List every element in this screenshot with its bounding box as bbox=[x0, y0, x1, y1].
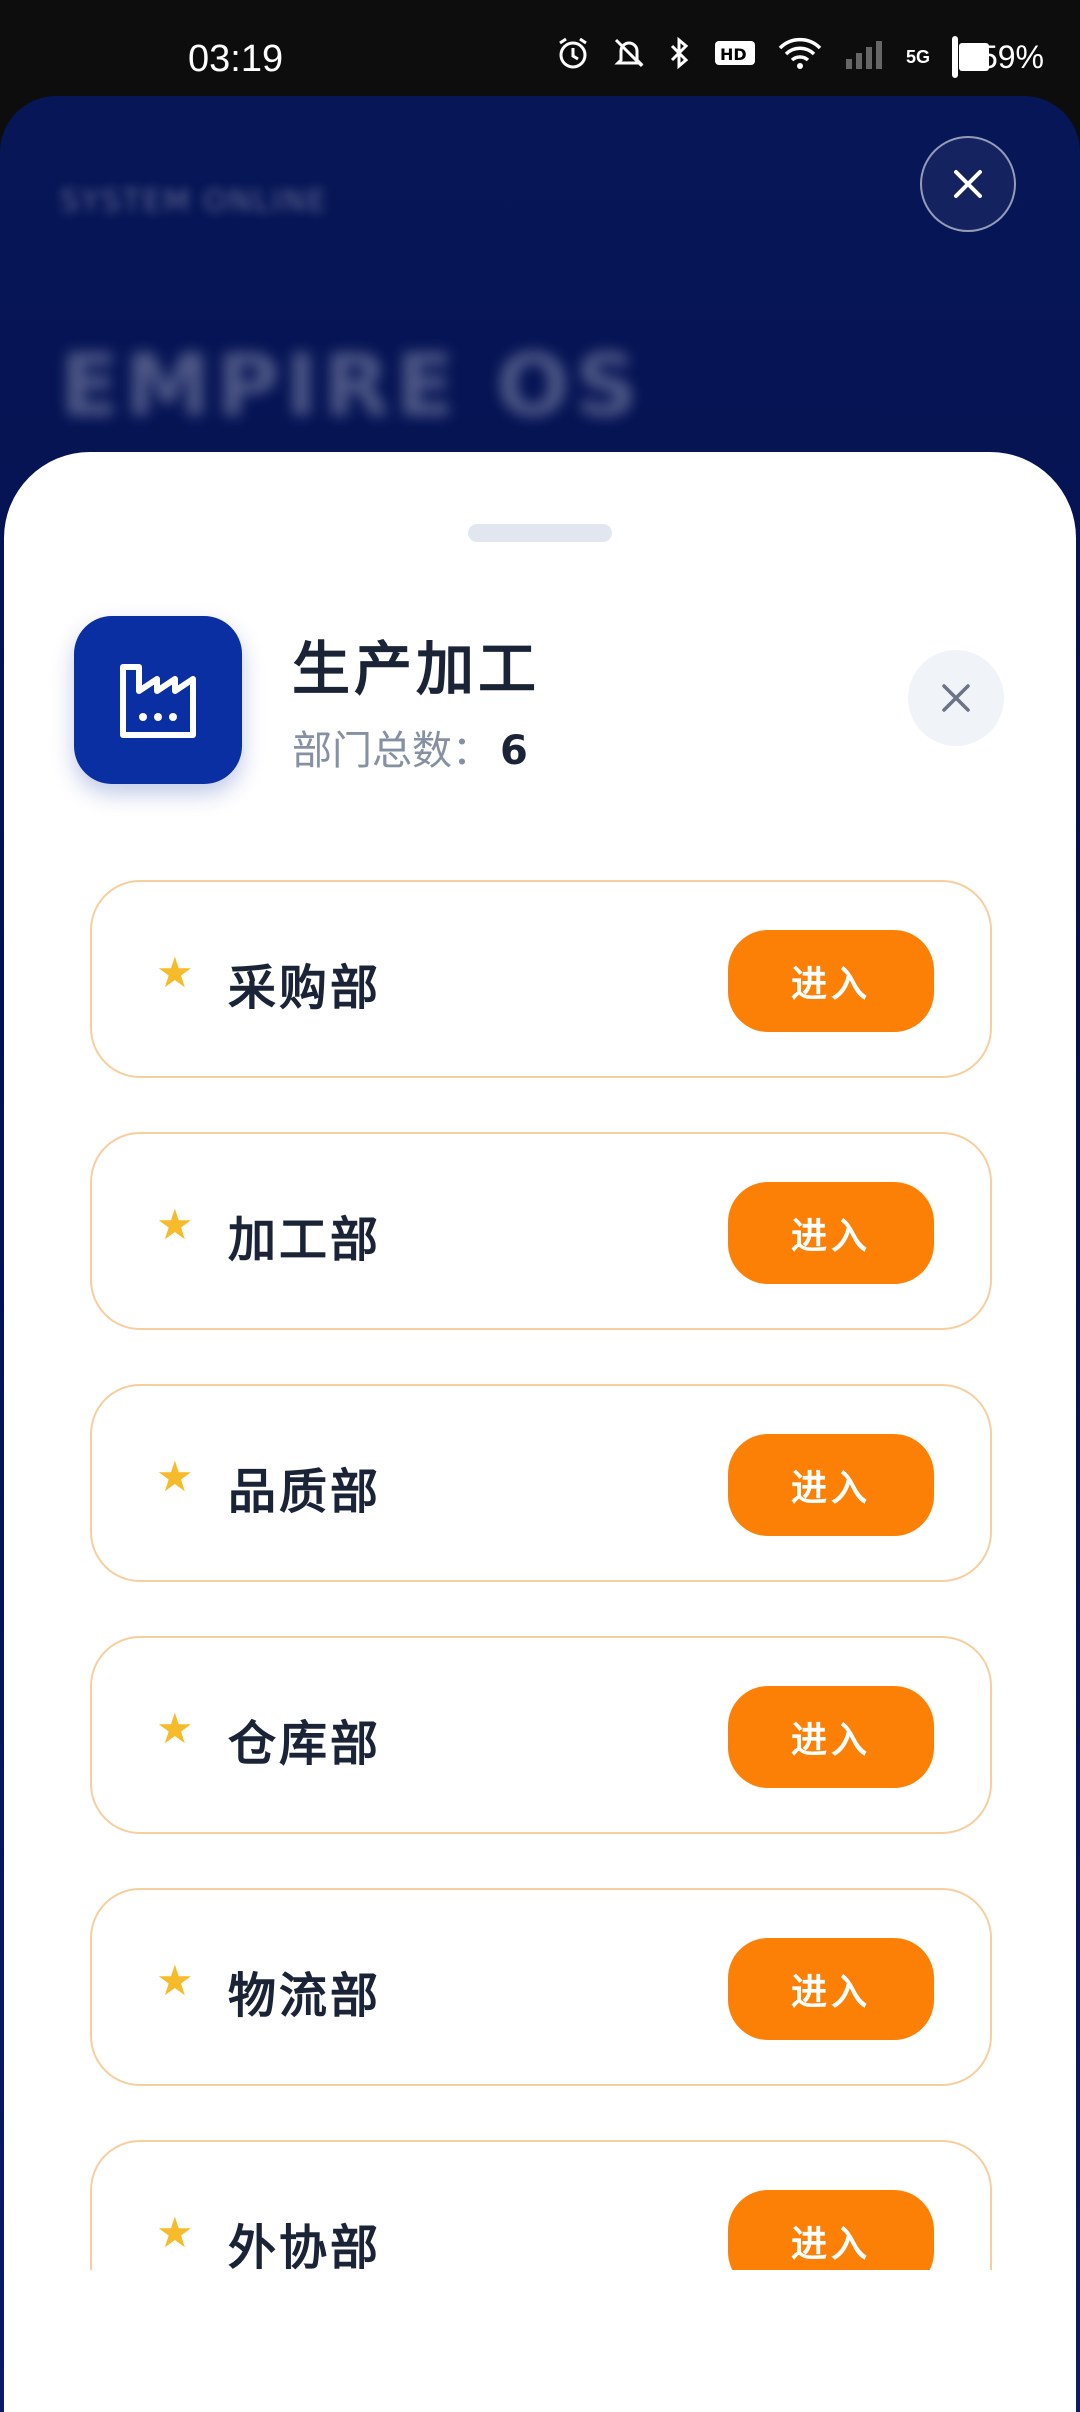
enter-button[interactable]: 进入 bbox=[728, 1182, 934, 1284]
department-list[interactable]: ★ 采购部 进入 ★ 加工部 进入 ★ 品质部 进入 ★ 仓库部 进入 ★ 物流… bbox=[90, 880, 996, 2270]
department-name: 加工部 bbox=[228, 1212, 382, 1268]
close-icon bbox=[954, 170, 982, 198]
status-time: 03:19 bbox=[188, 38, 284, 80]
bluetooth-icon bbox=[668, 36, 692, 78]
department-item[interactable]: ★ 物流部 进入 bbox=[90, 1888, 992, 2086]
background-title: EMPIRE OS bbox=[60, 336, 644, 436]
alarm-icon bbox=[556, 36, 590, 78]
star-icon: ★ bbox=[156, 1956, 194, 2005]
status-icons: HD 5G 59% bbox=[556, 35, 1044, 78]
star-icon: ★ bbox=[156, 2208, 194, 2257]
star-icon: ★ bbox=[156, 1452, 194, 1501]
sheet-close-button[interactable] bbox=[908, 650, 1004, 746]
background-subtitle: SYSTEM ONLINE bbox=[60, 184, 329, 219]
star-icon: ★ bbox=[156, 948, 194, 997]
department-name: 仓库部 bbox=[228, 1716, 382, 1772]
enter-button[interactable]: 进入 bbox=[728, 930, 934, 1032]
department-item[interactable]: ★ 采购部 进入 bbox=[90, 880, 992, 1078]
battery-icon bbox=[951, 35, 989, 78]
department-item[interactable]: ★ 品质部 进入 bbox=[90, 1384, 992, 1582]
department-item[interactable]: ★ 外协部 进入 bbox=[90, 2140, 992, 2270]
department-name: 物流部 bbox=[228, 1968, 382, 2024]
department-sheet: 生产加工 部门总数： 6 ★ 采购部 进入 ★ 加工部 进入 ★ 品质部 进入 ★… bbox=[4, 452, 1076, 2412]
svg-text:HD: HD bbox=[720, 45, 747, 64]
star-icon: ★ bbox=[156, 1704, 194, 1753]
battery-percent: 59% bbox=[979, 38, 1044, 75]
network-5g-label: 5G bbox=[905, 46, 930, 67]
wifi-icon bbox=[778, 36, 822, 78]
department-name: 品质部 bbox=[228, 1464, 382, 1520]
department-name: 采购部 bbox=[228, 960, 382, 1016]
hd-icon: HD bbox=[714, 38, 756, 76]
enter-button[interactable]: 进入 bbox=[728, 2190, 934, 2270]
department-count: 部门总数： 6 bbox=[292, 718, 528, 776]
count-value: 6 bbox=[500, 728, 528, 774]
background-close-button[interactable] bbox=[920, 136, 1016, 232]
department-item[interactable]: ★ 加工部 进入 bbox=[90, 1132, 992, 1330]
signal-icon bbox=[844, 37, 884, 77]
group-title: 生产加工 bbox=[292, 635, 541, 703]
drag-handle[interactable] bbox=[468, 524, 612, 542]
close-icon bbox=[942, 684, 970, 712]
mute-icon bbox=[612, 36, 646, 78]
enter-button[interactable]: 进入 bbox=[728, 1434, 934, 1536]
star-icon: ★ bbox=[156, 1200, 194, 1249]
enter-button[interactable]: 进入 bbox=[728, 1686, 934, 1788]
department-item[interactable]: ★ 仓库部 进入 bbox=[90, 1636, 992, 1834]
factory-icon bbox=[74, 616, 242, 784]
enter-button[interactable]: 进入 bbox=[728, 1938, 934, 2040]
count-label: 部门总数： bbox=[292, 728, 492, 774]
department-name: 外协部 bbox=[228, 2220, 382, 2270]
